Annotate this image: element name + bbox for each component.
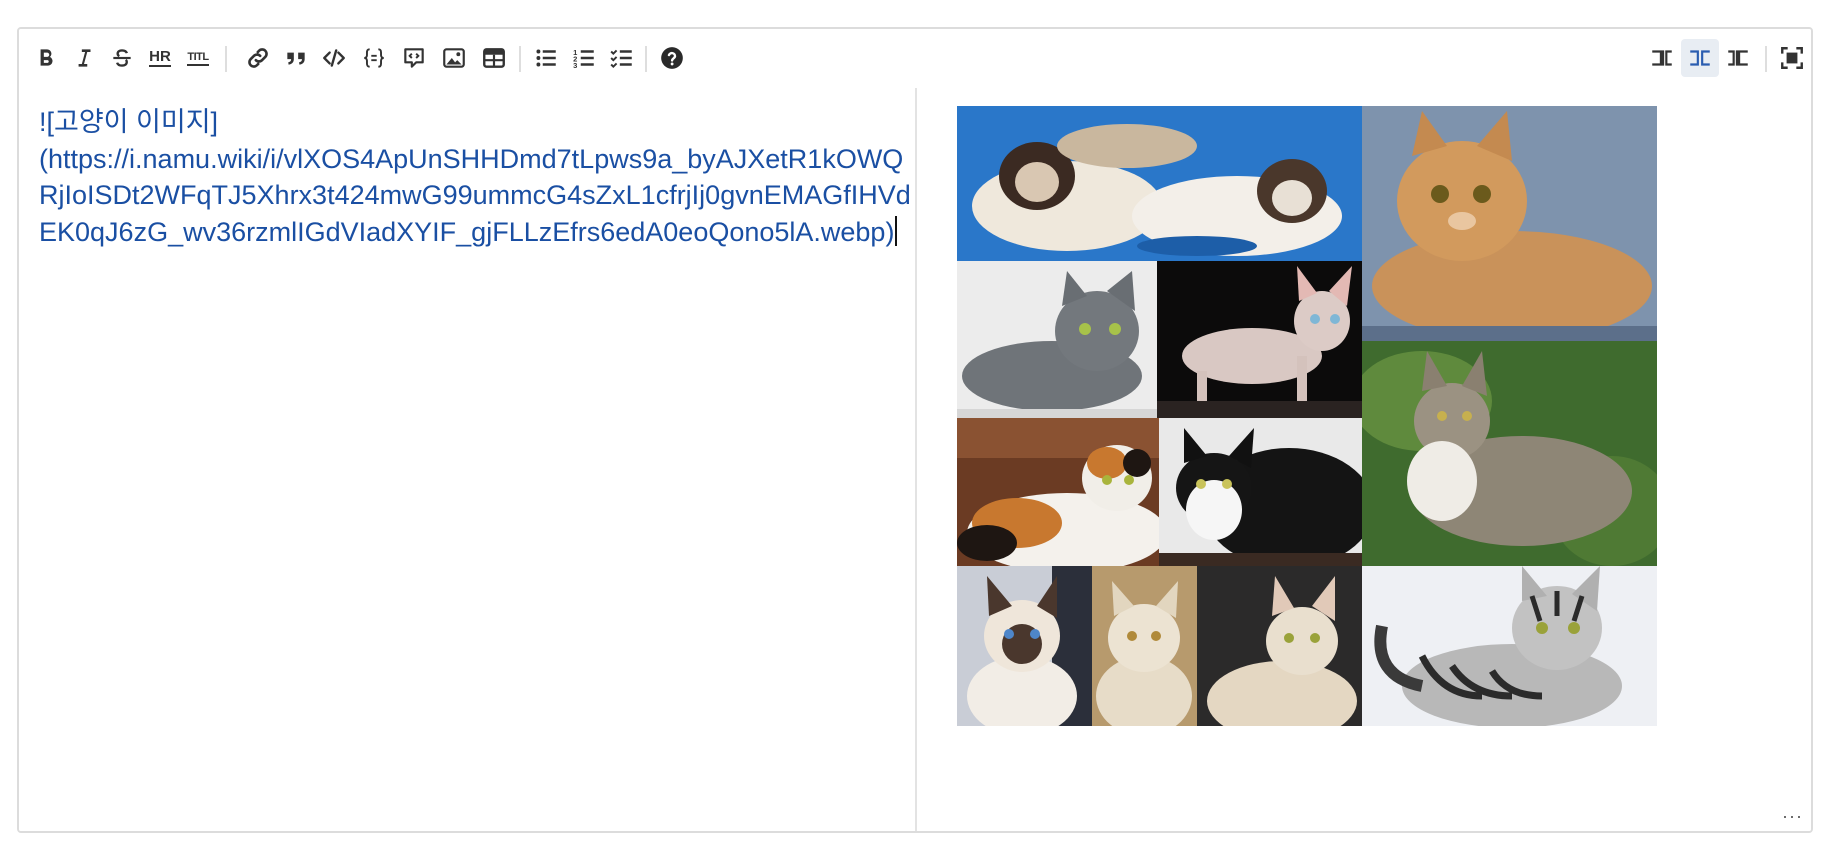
unordered-list-icon: [536, 49, 556, 67]
strikethrough-button[interactable]: [103, 39, 141, 77]
task-list-button[interactable]: [603, 39, 641, 77]
code-block-icon: [364, 48, 384, 68]
cat-photo-sphynx: [1157, 261, 1362, 418]
cat-photo-orange-shorthair: [1362, 106, 1657, 341]
horizontal-rule-icon: HR: [149, 48, 171, 67]
ordered-list-icon: 123: [573, 48, 594, 70]
bold-icon: [40, 49, 53, 66]
strikethrough-icon: [113, 49, 131, 67]
title-icon: TITL: [187, 51, 209, 66]
edit-only-button[interactable]: [1643, 39, 1681, 77]
code-icon: [323, 49, 345, 67]
toolbar-separator: [225, 46, 227, 72]
cat-photo-tuxedo: [1159, 418, 1362, 566]
comment-icon: [404, 48, 424, 68]
cat-photo-calico: [957, 418, 1159, 566]
code-button[interactable]: [315, 39, 353, 77]
toolbar-separator: [645, 46, 647, 72]
svg-text:3: 3: [573, 61, 577, 70]
fullscreen-icon: [1781, 47, 1803, 69]
toolbar-separator: [519, 46, 521, 72]
fullscreen-button[interactable]: [1773, 39, 1811, 77]
unordered-list-button[interactable]: [527, 39, 565, 77]
toolbar-separator: [1765, 46, 1767, 72]
markdown-preview-pane: ···: [917, 88, 1811, 831]
cat-photo-siamese-pair: [957, 106, 1362, 261]
ordered-list-button[interactable]: 123: [565, 39, 603, 77]
task-list-icon: [610, 49, 632, 69]
link-icon: [248, 48, 268, 68]
cat-photo-tabby-longhair: [1362, 341, 1657, 566]
cat-photo-cream-longhair: [1197, 566, 1362, 726]
italic-icon: [78, 49, 91, 67]
help-button[interactable]: [653, 39, 691, 77]
markdown-image-alt: ![고양이 이미지]: [39, 107, 219, 137]
bold-button[interactable]: [27, 39, 65, 77]
image-icon: [443, 48, 465, 68]
table-icon: [483, 48, 505, 68]
help-icon: [661, 47, 683, 69]
resize-handle-icon[interactable]: ···: [1782, 806, 1803, 827]
comment-button[interactable]: [395, 39, 433, 77]
markdown-edit-pane[interactable]: ![고양이 이미지] (https://i.namu.wiki/i/vlXOS4A…: [19, 88, 917, 831]
edit-only-icon: [1652, 50, 1672, 66]
horizontal-rule-button[interactable]: HR: [141, 39, 179, 77]
image-button[interactable]: [435, 39, 473, 77]
link-button[interactable]: [239, 39, 277, 77]
markdown-image-url: (https://i.namu.wiki/i/vlXOS4ApUnSHHDmd7…: [39, 143, 911, 247]
cat-photo-cream-shorthair: [1092, 566, 1197, 726]
editor-toolbar: HR TITL 123: [19, 29, 1811, 90]
markdown-editor: HR TITL 123 ![고양이 이미지] (https://i.namu.w…: [17, 27, 1813, 833]
cat-photo-siamese: [957, 566, 1092, 726]
split-view-icon: [1690, 50, 1710, 66]
cat-photo-grey-cat: [957, 261, 1157, 418]
code-block-button[interactable]: [355, 39, 393, 77]
italic-button[interactable]: [65, 39, 103, 77]
cat-collage-image: [957, 106, 1777, 831]
text-cursor: [895, 215, 898, 246]
title-button[interactable]: TITL: [179, 39, 217, 77]
preview-only-icon: [1728, 50, 1748, 66]
split-view-button[interactable]: [1681, 39, 1719, 77]
preview-only-button[interactable]: [1719, 39, 1757, 77]
table-button[interactable]: [475, 39, 513, 77]
cat-photo-silver-tabby: [1362, 566, 1657, 726]
quote-icon: [287, 52, 305, 65]
quote-button[interactable]: [277, 39, 315, 77]
markdown-textarea[interactable]: ![고양이 이미지] (https://i.namu.wiki/i/vlXOS4A…: [39, 104, 919, 250]
